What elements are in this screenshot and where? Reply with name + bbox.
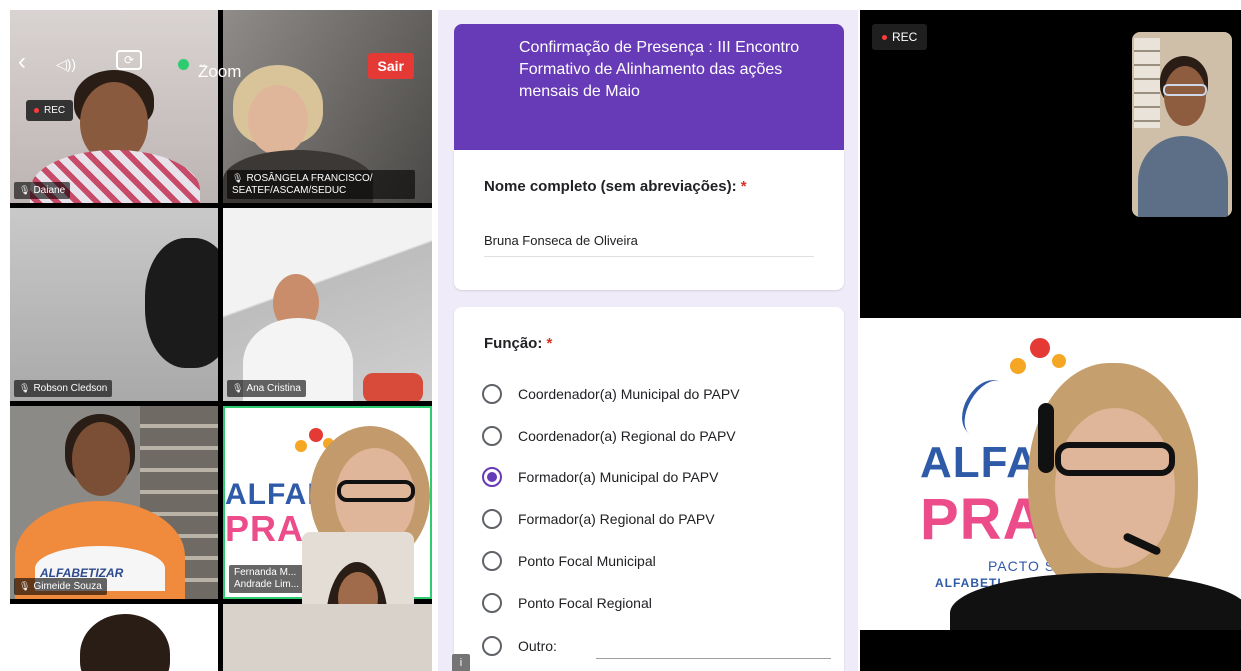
headset — [1038, 403, 1054, 473]
video-tile-ana-cristina[interactable]: 🎙 Ana Cristina — [223, 208, 432, 401]
shirt — [1138, 136, 1228, 217]
back-icon[interactable]: ‹ — [18, 48, 26, 76]
question-card-name: Nome completo (sem abreviações): * Bruna… — [454, 150, 844, 290]
logo-figure — [1052, 354, 1066, 368]
speaker-view: REC ALFAB PRA PACTO S ALFABETI — [860, 10, 1241, 671]
participant-name: Fernanda M... Andrade Lim... — [229, 565, 309, 593]
radio-icon[interactable] — [482, 509, 502, 529]
question-card-funcao: Função: * Coordenador(a) Municipal do PA… — [454, 307, 844, 671]
video-tile-partial-left[interactable] — [10, 604, 218, 671]
radio-option-selected[interactable]: Formador(a) Municipal do PAPV — [482, 467, 718, 487]
mic-icon: 🎙 — [19, 185, 31, 195]
glasses — [1055, 442, 1175, 476]
radio-option[interactable]: Formador(a) Regional do PAPV — [482, 509, 715, 529]
radio-option[interactable]: Coordenador(a) Regional do PAPV — [482, 426, 736, 446]
logo-figure — [1010, 358, 1026, 374]
face — [1164, 66, 1206, 126]
logo-word-pra: PRA — [920, 487, 1046, 552]
required-asterisk: * — [740, 178, 747, 195]
radio-option[interactable]: Coordenador(a) Municipal do PAPV — [482, 384, 740, 404]
red-cloth — [363, 373, 423, 401]
video-tile-partial-right[interactable] — [223, 604, 432, 671]
radio-icon[interactable] — [482, 593, 502, 613]
participant-name: 🎙 Ana Cristina — [227, 380, 306, 397]
logo-figure — [1030, 338, 1050, 358]
input-underline — [484, 256, 814, 257]
self-view-thumbnail[interactable] — [1132, 32, 1232, 217]
wall-frames — [1134, 38, 1160, 128]
participant-name: 🎙 Gimeide Souza — [14, 578, 107, 595]
video-tile-gimeide[interactable]: ALFABETIZAR 🎙 Gimeide Souza — [10, 406, 218, 599]
camera-switch-icon[interactable]: ⟳ — [116, 50, 142, 70]
head — [145, 238, 218, 368]
mic-icon: 🎙 — [232, 383, 244, 393]
radio-option[interactable]: Ponto Focal Municipal — [482, 551, 656, 571]
mic-icon: 🎙 — [19, 383, 31, 393]
glasses — [1163, 84, 1207, 96]
active-speaker-video[interactable]: ALFAB PRA PACTO S ALFABETI — [860, 318, 1241, 630]
required-asterisk: * — [546, 335, 553, 352]
radio-option[interactable]: Ponto Focal Regional — [482, 593, 652, 613]
top-strip — [438, 0, 858, 10]
hair — [80, 614, 170, 671]
mic-icon: 🎙 — [232, 173, 244, 183]
zoom-app-menu[interactable]: Zoom ⌄ — [198, 54, 241, 81]
video-tile-rosangela[interactable]: 🎙 ROSÂNGELA FRANCISCO/ SEATEF/ASCAM/SEDUC — [223, 10, 432, 203]
speaker-icon[interactable]: ◁)) — [56, 56, 76, 73]
logo-figure — [309, 428, 323, 442]
zoom-gallery: 🎙 Daiane 🎙 ROSÂNGELA FRANCISCO/ SEATEF/ASC… — [10, 10, 432, 671]
logo-subtext: PACTO S — [988, 558, 1056, 574]
radio-icon[interactable] — [482, 551, 502, 571]
zoom-shield-icon — [178, 59, 189, 70]
question-label: Nome completo (sem abreviações): * — [484, 178, 747, 195]
recording-indicator: REC — [26, 100, 74, 121]
face — [248, 85, 308, 155]
logo-figure — [295, 440, 307, 452]
form-title: Confirmação de Presença : III Encontro F… — [519, 39, 800, 100]
recording-indicator: REC — [872, 24, 928, 50]
glasses — [337, 480, 415, 502]
radio-icon[interactable] — [482, 636, 502, 656]
radio-checked-icon[interactable] — [482, 467, 502, 487]
face — [72, 422, 130, 496]
google-form: Confirmação de Presença : III Encontro F… — [438, 0, 858, 671]
chevron-down-icon: ⌄ — [198, 58, 208, 70]
logo-word-pra: PRA — [225, 508, 305, 549]
form-header: Confirmação de Presença : III Encontro F… — [454, 24, 844, 150]
info-icon[interactable]: i — [452, 654, 470, 671]
other-input[interactable] — [596, 658, 831, 659]
participant-name: 🎙 ROSÂNGELA FRANCISCO/ SEATEF/ASCAM/SEDUC — [227, 170, 415, 199]
question-label: Função: * — [484, 335, 553, 352]
video-tile-robson[interactable]: 🎙 Robson Cledson — [10, 208, 218, 401]
radio-icon[interactable] — [482, 426, 502, 446]
radio-option-other[interactable]: Outro: — [482, 636, 557, 656]
face — [1055, 408, 1175, 568]
name-input[interactable]: Bruna Fonseca de Oliveira — [484, 233, 638, 248]
zoom-toolbar: ‹ ◁)) ⟳ Zoom ⌄ Sair — [10, 46, 432, 88]
participant-name: 🎙 Daiane — [14, 182, 71, 199]
logo-swoosh — [952, 372, 1018, 444]
participant-name: 🎙 Robson Cledson — [14, 380, 113, 397]
leave-button[interactable]: Sair — [367, 53, 414, 79]
mic-icon: 🎙 — [19, 581, 31, 591]
radio-icon[interactable] — [482, 384, 502, 404]
